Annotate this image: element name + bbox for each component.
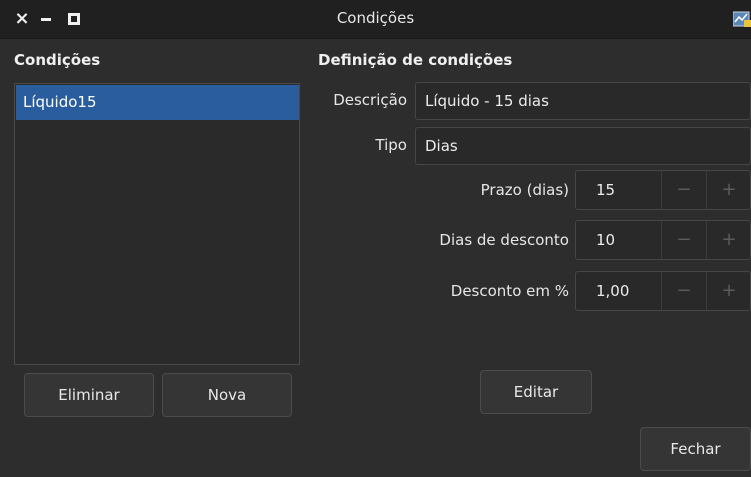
plus-icon[interactable]: +: [707, 272, 751, 310]
app-icon: [733, 11, 751, 27]
close-button[interactable]: Fechar: [640, 427, 751, 471]
description-field[interactable]: Líquido - 15 dias: [415, 82, 751, 120]
discount-days-stepper[interactable]: 10 − +: [575, 220, 751, 260]
delete-button[interactable]: Eliminar: [24, 373, 154, 417]
list-item[interactable]: Líquido15: [16, 85, 299, 120]
term-stepper[interactable]: 15 − +: [575, 170, 751, 210]
plus-icon[interactable]: +: [707, 171, 751, 209]
type-label: Tipo: [375, 136, 407, 154]
conditions-heading: Condições: [14, 51, 101, 69]
window-title: Condições: [336, 9, 415, 27]
type-field[interactable]: Dias: [415, 127, 751, 165]
term-label: Prazo (dias): [480, 181, 569, 199]
minus-icon[interactable]: −: [662, 171, 706, 209]
discount-percent-stepper[interactable]: 1,00 − +: [575, 271, 751, 311]
discount-days-value[interactable]: 10: [596, 221, 615, 259]
edit-button[interactable]: Editar: [480, 370, 592, 414]
discount-percent-label: Desconto em %: [450, 282, 569, 300]
title-bar: × Condições: [0, 0, 751, 39]
minus-icon[interactable]: −: [662, 272, 706, 310]
definition-heading: Definição de condições: [318, 51, 513, 69]
conditions-list[interactable]: Líquido15: [14, 83, 300, 365]
term-value[interactable]: 15: [596, 171, 615, 209]
minus-icon[interactable]: −: [662, 221, 706, 259]
discount-percent-value[interactable]: 1,00: [596, 272, 629, 310]
new-button[interactable]: Nova: [162, 373, 292, 417]
discount-days-label: Dias de desconto: [439, 231, 569, 249]
plus-icon[interactable]: +: [707, 221, 751, 259]
description-label: Descrição: [333, 91, 407, 109]
